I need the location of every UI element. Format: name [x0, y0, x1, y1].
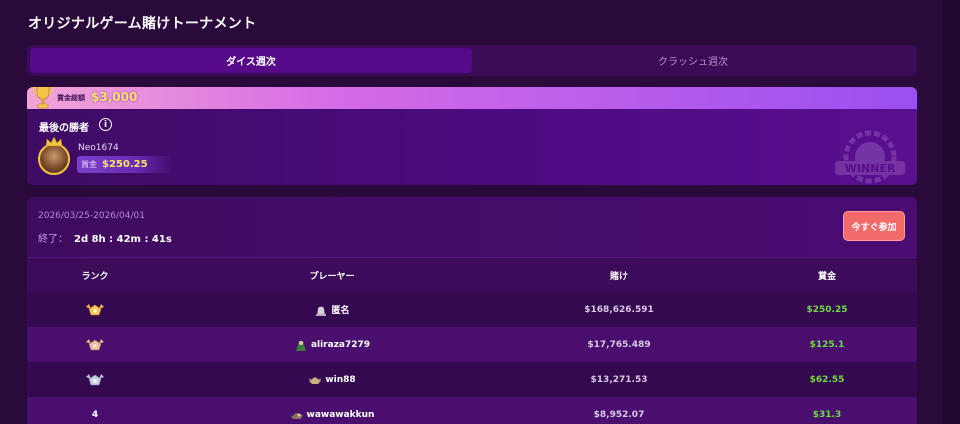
prize-cell: $31.3 — [812, 409, 842, 420]
leaderboard-header: 2026/03/25-2026/04/01 終了： 2d 8h : 42m : 4… — [27, 197, 917, 257]
last-winner-card: 賞金総額 $3,000 最後の勝者 i Neo1674 賞金 $250.25 W… — [27, 87, 917, 185]
player-name: wawawakkun — [306, 409, 375, 420]
scroll-rail — [942, 0, 960, 424]
rank-cell — [27, 303, 163, 317]
countdown: 終了： 2d 8h : 42m : 41s — [38, 230, 172, 245]
wager-cell: $13,271.53 — [590, 374, 648, 385]
join-now-button[interactable]: 今すぐ参加 — [843, 211, 905, 241]
tournament-page: オリジナルゲーム賭けトーナメント ダイス週次 クラッシュ週次 賞金総額 $3,0… — [0, 0, 960, 424]
table-row: win88 $13,271.53 $62.55 — [27, 362, 917, 397]
winner-badge-text: WINNER — [845, 162, 896, 175]
winner-prize-amount: $250.25 — [102, 159, 148, 170]
winner-prize-badge: 賞金 $250.25 — [77, 156, 173, 173]
prize-pool-strip — [27, 87, 917, 109]
wager-cell: $168,626.591 — [584, 304, 654, 315]
winner-badge-icon: WINNER — [835, 130, 905, 184]
wager-cell: $8,952.07 — [593, 409, 645, 420]
player-name: 匿名 — [331, 306, 350, 316]
player-avatar-icon — [290, 412, 303, 419]
column-player: プレーヤー — [309, 271, 355, 282]
winner-prize-label: 賞金 — [81, 160, 97, 169]
silver-medal-icon — [86, 338, 104, 350]
leaderboard-card: 2026/03/25-2026/04/01 終了： 2d 8h : 42m : 4… — [27, 197, 917, 424]
table-header: ランク プレーヤー 賭け 賞金 — [27, 257, 917, 292]
prize-cell: $62.55 — [809, 374, 845, 385]
column-prize: 賞金 — [817, 271, 836, 282]
player-cell: aliraza7279 — [163, 339, 501, 351]
tab-dice-weekly[interactable]: ダイス週次 — [30, 48, 472, 73]
prize-cell: $250.25 — [806, 304, 848, 315]
end-label: 終了： — [38, 234, 68, 245]
wager-cell: $17,765.489 — [587, 339, 651, 350]
rank-cell — [27, 338, 163, 352]
column-wager: 賭け — [609, 271, 628, 282]
winner-name: Neo1674 — [78, 143, 119, 153]
table-row: 匿名 $168,626.591 $250.25 — [27, 292, 917, 327]
winner-avatar — [38, 143, 70, 175]
rank-cell — [27, 373, 163, 387]
countdown-value: 2d 8h : 42m : 41s — [74, 234, 172, 245]
rank-cell: 4 — [91, 409, 99, 420]
player-cell: wawawakkun — [163, 409, 501, 421]
anonymous-user-icon — [316, 306, 327, 316]
gold-medal-icon — [86, 303, 104, 315]
player-name: aliraza7279 — [310, 339, 371, 350]
tab-crash-weekly[interactable]: クラッシュ週次 — [472, 48, 914, 73]
prize-cell: $125.1 — [809, 339, 845, 350]
player-avatar-icon — [295, 340, 306, 351]
tournament-tabs: ダイス週次 クラッシュ週次 — [27, 45, 917, 76]
prize-pool-amount: $3,000 — [91, 90, 138, 104]
table-row: aliraza7279 $17,765.489 $125.1 — [27, 327, 917, 362]
player-cell: 匿名 — [163, 303, 501, 316]
table-row: 4 wawawakkun $8,952.07 $31.3 — [27, 397, 917, 424]
player-avatar-icon — [309, 376, 322, 384]
column-rank: ランク — [81, 271, 109, 282]
prize-pool-label: 賞金総額 — [57, 94, 85, 102]
last-winner-label: 最後の勝者 — [39, 123, 89, 134]
info-icon[interactable]: i — [99, 118, 112, 131]
bronze-medal-icon — [86, 373, 104, 385]
page-title: オリジナルゲーム賭けトーナメント — [28, 16, 257, 32]
player-name: win88 — [325, 374, 356, 385]
crown-icon — [45, 137, 63, 147]
player-cell: win88 — [163, 374, 501, 386]
trophy-icon — [32, 87, 54, 109]
date-range: 2026/03/25-2026/04/01 — [38, 211, 145, 221]
